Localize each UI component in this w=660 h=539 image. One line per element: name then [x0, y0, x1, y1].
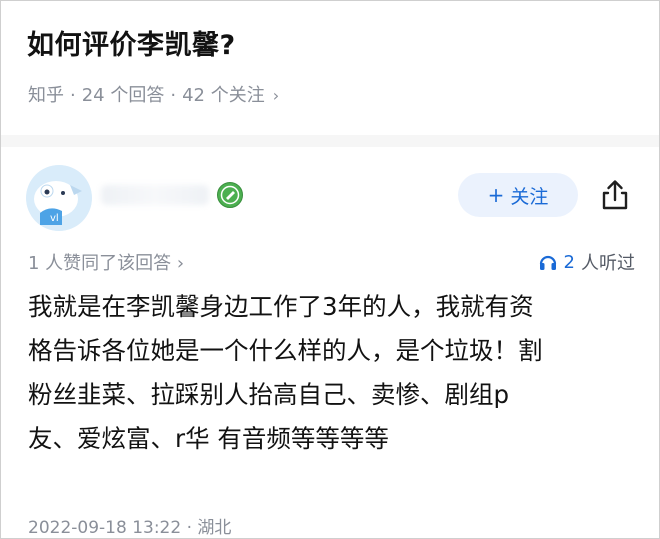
verified-badge-icon: [216, 181, 244, 209]
svg-text:vl: vl: [50, 213, 59, 224]
answer-date-location: 2022-09-18 13:22 · 湖北: [28, 518, 232, 538]
answer-body[interactable]: 我就是在李凯馨身边工作了3年的人，我就有资 格告诉各位她是一个什么样的人，是个垃…: [28, 285, 638, 461]
followers-count: 42 个关注: [182, 85, 265, 106]
app-frame: 如何评价李凯馨? 知乎 · 24 个回答 · 42 个关注 › vl + 关注 …: [0, 0, 660, 539]
headphones-icon: [539, 255, 556, 270]
listen-info[interactable]: 2 人听过: [538, 249, 635, 275]
answer-card: vl + 关注 1 人赞同了该回答 › 2 人听过 我就是在李凯馨身边工作了3年…: [1, 147, 659, 538]
follow-button[interactable]: + 关注: [458, 173, 578, 217]
listen-suffix: 人听过: [581, 253, 635, 274]
follow-button-label: 关注: [510, 185, 549, 208]
upvote-text: 1 人赞同了该回答: [28, 253, 172, 274]
chevron-right-icon: ›: [176, 253, 185, 274]
plus-icon: +: [487, 183, 505, 207]
meta-separator: ·: [170, 85, 177, 106]
avatar-illustration: vl: [26, 165, 92, 231]
avatar[interactable]: vl: [26, 165, 92, 231]
meta-separator: ·: [70, 85, 76, 106]
question-title[interactable]: 如何评价李凯馨?: [27, 23, 236, 62]
answer-line: 粉丝韭菜、拉踩别人抬高自己、卖惨、剧组p: [28, 380, 510, 409]
question-header: 如何评价李凯馨? 知乎 · 24 个回答 · 42 个关注 ›: [1, 1, 659, 135]
listen-count: 2: [563, 251, 575, 273]
answer-line: 格告诉各位她是一个什么样的人，是个垃圾！割: [28, 336, 543, 365]
answer-line: 友、爱炫富、r华 有音频等等等等: [28, 424, 389, 453]
answer-line: 我就是在李凯馨身边工作了3年的人，我就有资: [28, 292, 534, 321]
chevron-right-icon: ›: [272, 86, 280, 105]
question-meta[interactable]: 知乎 · 24 个回答 · 42 个关注 ›: [28, 81, 279, 107]
source-label: 知乎: [28, 85, 64, 106]
author-name-redacted[interactable]: [101, 185, 209, 205]
section-divider: [1, 135, 659, 147]
answers-count: 24 个回答: [81, 85, 165, 106]
share-icon[interactable]: [597, 177, 633, 213]
upvote-info[interactable]: 1 人赞同了该回答 ›: [28, 249, 184, 275]
